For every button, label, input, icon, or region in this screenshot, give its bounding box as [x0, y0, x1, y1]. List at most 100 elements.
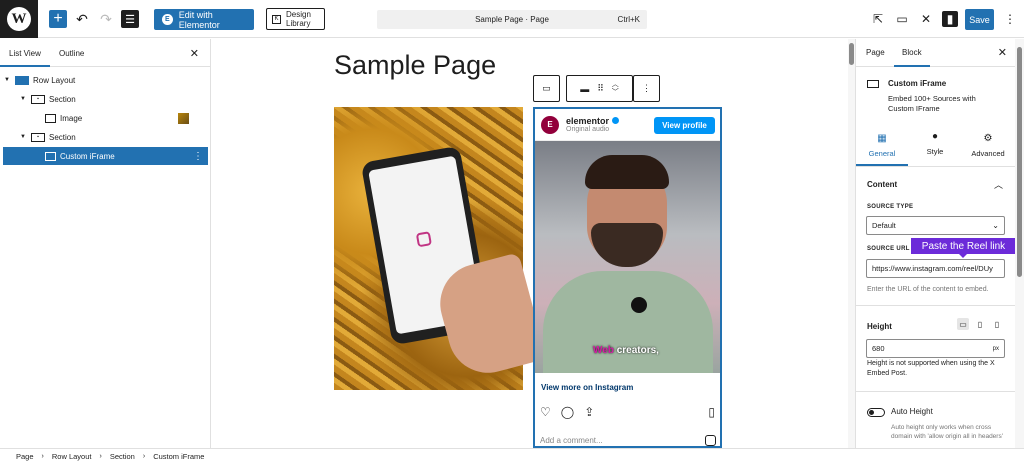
view-more-link[interactable]: View more on Instagram [541, 383, 633, 392]
block-parent-button[interactable]: ▭ [533, 75, 560, 102]
height-unit[interactable]: px [993, 346, 999, 352]
undo-icon[interactable]: ↶ [73, 10, 91, 28]
auto-height-label: Auto Height [891, 407, 933, 416]
source-type-select[interactable]: Default ⌄ [866, 216, 1005, 235]
settings-sidebar-icon[interactable]: ▮ [942, 11, 958, 27]
block-type-icon[interactable]: ▬ [580, 84, 589, 94]
tab-advanced[interactable]: ⚙ Advanced [968, 133, 1008, 158]
document-overview-icon[interactable]: ☰ [121, 10, 139, 28]
block-options-button[interactable]: ⋮ [633, 75, 660, 102]
tab-style[interactable]: ● Style [915, 131, 955, 156]
view-profile-button[interactable]: View profile [654, 117, 715, 134]
source-type-label: SOURCE TYPE [867, 204, 914, 210]
scrollbar-thumb[interactable] [1017, 47, 1022, 277]
tree-item-custom-iframe[interactable]: Custom iFrame ⋮ [3, 147, 208, 165]
grid-icon: ▦ [877, 133, 887, 144]
tree-item-label: Section [49, 94, 76, 104]
desktop-icon[interactable]: ▭ [957, 318, 969, 330]
tree-item-row-layout[interactable]: ▼ Row Layout [3, 71, 208, 89]
video-person-shirt [543, 271, 713, 373]
elementor-icon: E [162, 14, 173, 25]
settings-scrollbar[interactable] [1015, 39, 1024, 448]
drag-handle-icon[interactable]: ⠿ [597, 83, 604, 94]
view-page-icon[interactable]: ⇱ [870, 11, 886, 27]
wordpress-logo-button[interactable]: W [0, 0, 38, 38]
block-settings-panel: Page Block ✕ Custom iFrame Embed 100+ So… [855, 39, 1024, 448]
share-icon[interactable]: ⇪ [584, 405, 594, 419]
chevron-down-icon[interactable]: ▼ [3, 77, 11, 83]
move-up-down-icon[interactable]: ︿ ﹀ [612, 81, 619, 97]
block-description: Embed 100+ Sources with Custom IFrame [888, 94, 976, 113]
plugin-icon[interactable]: ✕ [918, 11, 934, 27]
tablet-icon[interactable]: ▯ [974, 318, 986, 330]
breadcrumb-row-layout[interactable]: Row Layout [52, 452, 92, 461]
height-input[interactable]: 680 px [866, 339, 1005, 358]
instagram-username[interactable]: elementor [566, 116, 609, 126]
tree-item-section[interactable]: ▼ ▪ Section [3, 90, 208, 108]
options-menu-icon[interactable]: ⋮ [1002, 11, 1018, 27]
tree-item-image[interactable]: Image [3, 109, 208, 127]
breadcrumb-section[interactable]: Section [110, 452, 135, 461]
chevron-down-icon[interactable]: ▼ [19, 134, 27, 140]
avatar[interactable]: E [541, 115, 559, 134]
options-icon[interactable]: ⋮ [193, 151, 203, 162]
tab-list-view[interactable]: List View [0, 49, 50, 67]
document-title: Sample Page · Page [475, 15, 549, 24]
mobile-icon[interactable]: ▯ [991, 318, 1003, 330]
bookmark-icon[interactable]: ▯ [708, 405, 715, 419]
source-url-input[interactable]: https://www.instagram.com/reel/DUy [866, 259, 1005, 278]
breadcrumb-page[interactable]: Page [16, 452, 34, 461]
command-shortcut: Ctrl+K [617, 15, 640, 24]
image-icon [45, 113, 56, 123]
top-toolbar: W + ↶ ↷ ☰ E Edit with Elementor K Design… [0, 0, 1024, 38]
save-button[interactable]: Save [965, 9, 994, 30]
chevron-right-icon: › [41, 452, 44, 460]
tab-general[interactable]: ▦ General [856, 133, 908, 166]
reel-video[interactable]: Web creators, [535, 141, 720, 373]
page-title[interactable]: Sample Page [334, 50, 496, 81]
scrollbar-thumb[interactable] [849, 43, 854, 65]
chevron-down-icon[interactable]: ▼ [19, 96, 27, 102]
breadcrumb-custom-iframe[interactable]: Custom iFrame [153, 452, 204, 461]
redo-icon[interactable]: ↷ [97, 10, 115, 28]
caption-rest: creators, [613, 345, 659, 356]
divider [856, 305, 1016, 306]
tab-advanced-label: Advanced [971, 149, 1005, 158]
tree-item-label: Image [60, 113, 83, 123]
paste-link-tooltip: Paste the Reel link [911, 238, 1016, 258]
custom-iframe-block[interactable]: E elementor Original audio View profile … [533, 107, 722, 448]
settings-tabs: Page Block ✕ [856, 39, 1024, 67]
chevron-up-icon[interactable]: ︿ [994, 178, 1003, 191]
design-library-label-2: Library [286, 19, 311, 28]
section-icon: ▪ [31, 94, 45, 104]
tab-outline[interactable]: Outline [59, 49, 84, 58]
canvas-scrollbar[interactable] [848, 39, 855, 448]
tab-page[interactable]: Page [866, 48, 885, 57]
close-icon[interactable]: ✕ [998, 46, 1007, 59]
tree-item-label: Custom iFrame [60, 151, 115, 161]
height-label: Height [867, 322, 892, 331]
style-icon: ● [931, 131, 939, 142]
desktop-preview-icon[interactable]: ▭ [894, 11, 910, 27]
tree-item-section[interactable]: ▼ ▪ Section [3, 128, 208, 146]
tab-block[interactable]: Block [894, 48, 929, 67]
chevron-right-icon: › [142, 452, 146, 460]
phone-photo-image[interactable] [334, 107, 547, 390]
instagram-icon[interactable] [705, 434, 716, 446]
edit-with-elementor-button[interactable]: E Edit with Elementor [154, 9, 254, 30]
design-library-button[interactable]: K Design Library [266, 8, 325, 30]
height-value: 680 [872, 344, 885, 353]
comment-input[interactable]: Add a comment... [540, 433, 716, 447]
block-inserter-button[interactable]: + [49, 10, 67, 28]
device-switcher: ▭ ▯ ▯ [957, 318, 1003, 332]
heart-icon[interactable]: ♡ [540, 405, 551, 419]
comment-icon[interactable]: ◯ [561, 405, 574, 419]
wordpress-icon: W [7, 7, 31, 31]
auto-height-help: Auto height only works when cross domain… [891, 424, 1003, 440]
close-icon[interactable]: ✕ [190, 47, 199, 60]
video-person-hair [585, 155, 669, 189]
section-icon: ▪ [31, 132, 45, 142]
auto-height-toggle[interactable] [867, 408, 885, 417]
content-section-title[interactable]: Content [867, 180, 897, 189]
command-palette-bar[interactable]: Sample Page · Page Ctrl+K [377, 10, 647, 29]
